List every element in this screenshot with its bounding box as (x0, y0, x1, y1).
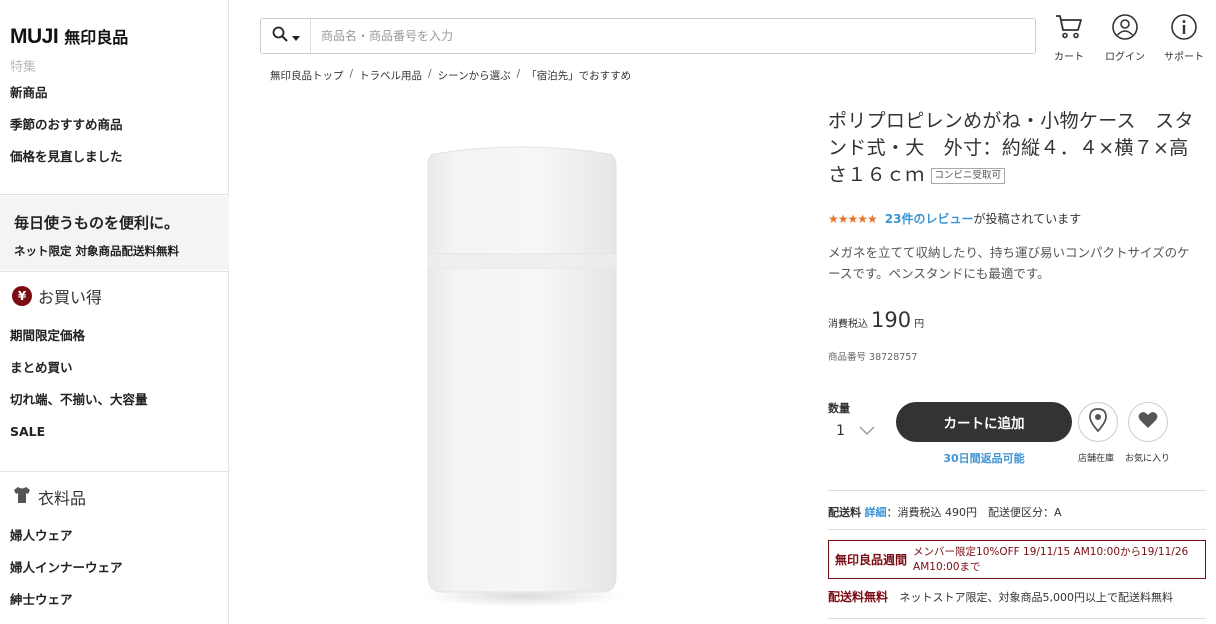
price-value: 190 (871, 308, 912, 332)
product-title: ポリプロピレンめがね・小物ケース スタンド式・大 外寸：約縦４．４×横７×高さ１… (828, 108, 1198, 189)
breadcrumb: 無印良品トップ / トラベル用品 / シーンから選ぶ / 「宿泊先」でおすすめ (270, 68, 632, 83)
support-button[interactable]: サポート (1164, 14, 1204, 63)
price-unit: 円 (914, 319, 925, 330)
favorite-label: お気に入り (1125, 454, 1171, 464)
apparel-heading: 衣料品 (12, 485, 86, 509)
product-image[interactable] (426, 146, 618, 594)
rating-row: ★★★★★ 23件のレビュー が投稿されています (828, 210, 1081, 227)
sidebar-item-offcuts[interactable]: 切れ端、不揃い、大容量 (10, 384, 148, 416)
return-policy-link[interactable]: 30日間返品可能 (896, 450, 1072, 466)
breadcrumb-item[interactable]: 無印良品トップ (270, 68, 344, 83)
muji-week-text: メンバー限定10%OFF 19/11/15 AM10:00から19/11/26 … (913, 545, 1189, 573)
product-sku: 商品番号 38728757 (828, 352, 918, 363)
reviews-suffix: が投稿されています (973, 212, 1082, 226)
breadcrumb-item[interactable]: 「宿泊先」でおすすめ (526, 68, 631, 83)
price: 消費税込 190 円 (828, 308, 924, 332)
caret-down-icon (291, 27, 300, 46)
sidebar-item-limited-price[interactable]: 期間限定価格 (10, 320, 148, 352)
sidebar-item-womens-wear[interactable]: 婦人ウェア (10, 520, 123, 552)
muji-week-tag: 無印良品週間 (835, 553, 908, 567)
muji-week-banner: 無印良品週間 メンバー限定10%OFF 19/11/15 AM10:00から19… (828, 540, 1206, 579)
free-shipping-info: 配送料無料 ネットストア限定、対象商品5,000円以上で配送料無料 (828, 588, 1173, 605)
divider (0, 271, 229, 272)
free-shipping-title: 配送料無料 (828, 590, 889, 604)
cart-button[interactable]: カート (1054, 14, 1084, 63)
sidebar-item-price-revised[interactable]: 価格を見直しました (10, 141, 123, 173)
sidebar-item-mens-wear[interactable]: 紳士ウェア (10, 584, 123, 616)
store-stock-button[interactable] (1078, 402, 1118, 442)
cart-icon (1055, 14, 1083, 44)
search-input[interactable] (311, 19, 1035, 53)
shipping-label: 配送料 (828, 506, 861, 519)
cart-label: カート (1054, 52, 1084, 63)
quantity-select[interactable]: 1 (836, 418, 878, 444)
quantity-value: 1 (836, 423, 845, 439)
reviews-link[interactable]: 23件のレビュー (885, 210, 974, 227)
rating-stars-icon: ★★★★★ (828, 211, 878, 226)
apparel-heading-label: 衣料品 (38, 489, 87, 508)
store-stock-label: 店舗在庫 (1078, 454, 1115, 464)
sidebar-item-bulk[interactable]: まとめ買い (10, 352, 148, 384)
sidebar-ghost-item: 特集 (10, 60, 37, 75)
favorite-button[interactable] (1128, 402, 1168, 442)
yen-icon: ¥ (12, 286, 32, 306)
login-button[interactable]: ログイン (1105, 14, 1145, 63)
product-description: メガネを立てて収納したり、持ち運び易いコンパクトサイズのケースです。ペンスタンド… (828, 245, 1190, 281)
product-title-text: ポリプロピレンめがね・小物ケース スタンド式・大 外寸：約縦４．４×横７×高さ１… (828, 110, 1194, 186)
divider (0, 194, 229, 195)
divider (0, 471, 229, 472)
shipping-detail-link[interactable]: 詳細 (865, 506, 887, 519)
chevron-down-icon (859, 423, 875, 439)
user-icon (1112, 14, 1138, 44)
promo-title: 毎日使うものを便利に。 (14, 214, 180, 232)
logo-text-jp: 無印良品 (64, 28, 129, 47)
breadcrumb-item[interactable]: シーンから選ぶ (438, 68, 511, 83)
search-scope-button[interactable] (261, 19, 311, 53)
info-icon (1171, 14, 1197, 44)
login-label: ログイン (1105, 52, 1145, 63)
muji-logo[interactable]: MUJI 無印良品 (10, 24, 128, 49)
apparel-list: 婦人ウェア 婦人インナーウェア 紳士ウェア (10, 520, 123, 616)
tshirt-icon (12, 486, 32, 508)
search-icon (272, 26, 288, 46)
promo-subtitle: ネット限定 対象商品配送料無料 (14, 244, 180, 258)
heart-icon (1138, 411, 1158, 433)
sidebar-item-sale[interactable]: SALE (10, 416, 148, 448)
sidebar-item-seasonal[interactable]: 季節のおすすめ商品 (10, 109, 123, 141)
shipping-info: 配送料 詳細：消費税込 490円 配送便区分：A (828, 504, 1062, 520)
deals-heading-label: お買い得 (38, 288, 103, 307)
search-bar (260, 18, 1036, 54)
sidebar-top-list: 新商品 季節のおすすめ商品 価格を見直しました (10, 77, 123, 173)
divider (828, 529, 1206, 530)
add-to-cart-button[interactable]: カートに追加 (896, 402, 1072, 442)
convenience-pickup-badge: コンビニ受取可 (930, 167, 1006, 184)
free-shipping-text: ネットストア限定、対象商品5,000円以上で配送料無料 (899, 591, 1174, 604)
map-pin-icon (1089, 408, 1107, 436)
divider (828, 490, 1206, 491)
shipping-text: ：消費税込 490円 配送便区分：A (886, 506, 1062, 519)
breadcrumb-item[interactable]: トラベル用品 (359, 68, 422, 83)
sidebar-item-new[interactable]: 新商品 (10, 77, 123, 109)
deals-heading: ¥ お買い得 (12, 284, 102, 308)
support-label: サポート (1164, 52, 1204, 63)
price-tax-label: 消費税込 (828, 319, 868, 330)
quantity-label: 数量 (828, 402, 850, 415)
deals-list: 期間限定価格 まとめ買い 切れ端、不揃い、大容量 SALE (10, 320, 148, 448)
sidebar: 特集 MUJI 無印良品 新商品 季節のおすすめ商品 価格を見直しました 毎日使… (0, 0, 229, 624)
divider (828, 618, 1206, 619)
sidebar-item-womens-inner[interactable]: 婦人インナーウェア (10, 552, 123, 584)
logo-text-en: MUJI (10, 25, 59, 48)
promo-banner[interactable]: 毎日使うものを便利に。 ネット限定 対象商品配送料無料 (0, 196, 229, 270)
